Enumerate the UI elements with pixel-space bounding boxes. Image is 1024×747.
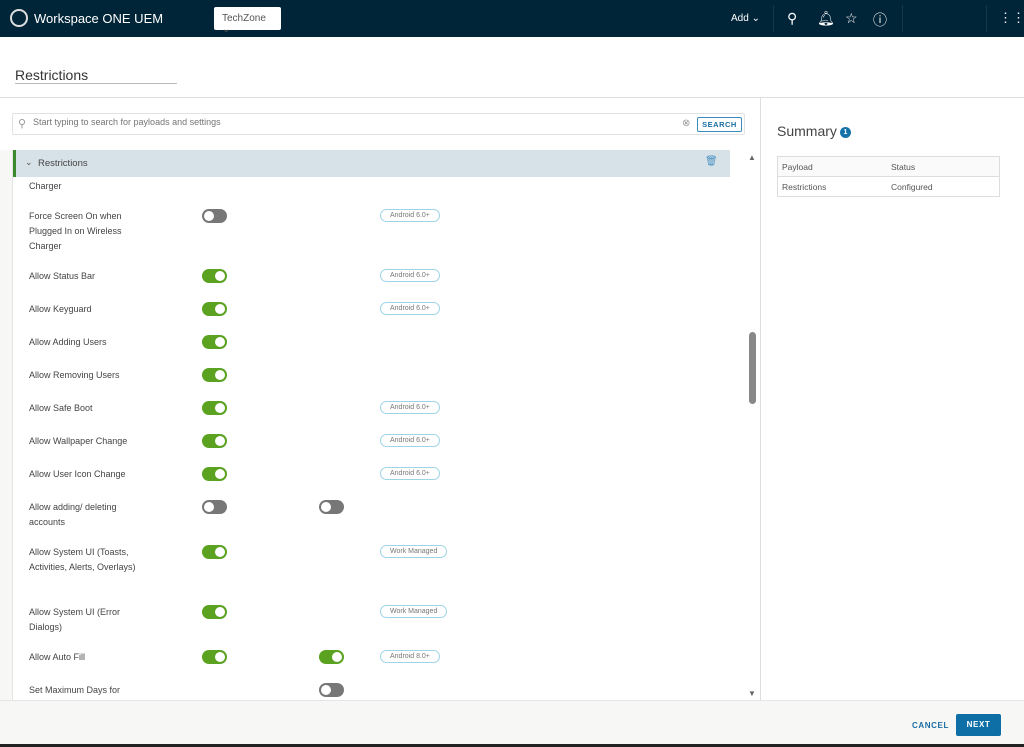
summary-heading: Summary 1 bbox=[777, 123, 851, 139]
star-icon[interactable]: ☆ bbox=[845, 10, 858, 27]
platform-badge: Work Managed bbox=[380, 605, 448, 618]
setting-toggle[interactable] bbox=[202, 302, 227, 316]
setting-toggle[interactable] bbox=[202, 335, 227, 349]
section-title: Restrictions bbox=[38, 158, 88, 169]
setting-label: Allow Adding Users bbox=[29, 337, 107, 347]
setting-toggle[interactable] bbox=[202, 368, 227, 382]
setting-label: Allow adding/ deleting accounts bbox=[29, 502, 117, 527]
divider bbox=[773, 5, 774, 32]
setting-label: Allow Keyguard bbox=[29, 304, 92, 314]
search-icon[interactable]: ⚲ bbox=[787, 10, 797, 27]
settings-list: Charger Force Screen On when Plugged In … bbox=[13, 178, 746, 700]
setting-label: Allow Auto Fill bbox=[29, 652, 86, 662]
setting-toggle[interactable] bbox=[202, 401, 227, 415]
setting-toggle[interactable] bbox=[202, 500, 227, 514]
scroll-up-icon[interactable]: ▲ bbox=[748, 153, 756, 162]
summary-table: Payload Status Restrictions Configured bbox=[777, 156, 1000, 197]
column-header: Payload bbox=[782, 161, 813, 172]
search-button[interactable]: SEARCH bbox=[697, 117, 742, 132]
clear-icon[interactable]: ⊗ bbox=[682, 118, 690, 129]
bell-icon[interactable]: 🔔︎ bbox=[817, 10, 835, 27]
setting-label: Force Screen On when Plugged In on Wirel… bbox=[29, 211, 122, 251]
divider bbox=[902, 5, 903, 32]
workspace-one-logo-icon bbox=[10, 9, 28, 27]
add-label: Add bbox=[731, 13, 749, 24]
platform-badge: Android 8.0+ bbox=[380, 650, 440, 663]
top-nav-bar: Workspace ONE UEM TechZone ⌄ Add ⌄ ⚲ 🔔︎ … bbox=[0, 0, 1024, 37]
footer: CANCEL NEXT bbox=[0, 700, 1024, 744]
search-input[interactable] bbox=[33, 117, 673, 127]
search-icon: ⚲ bbox=[18, 118, 27, 130]
setting-label: Allow Removing Users bbox=[29, 370, 120, 380]
setting-label: Charger bbox=[29, 181, 62, 191]
chevron-down-icon: ⌄ bbox=[222, 24, 231, 35]
status-cell: Configured bbox=[891, 181, 933, 192]
divider bbox=[0, 97, 1024, 98]
chevron-down-icon[interactable]: ⌄ bbox=[25, 157, 33, 168]
next-button[interactable]: NEXT bbox=[956, 714, 1001, 736]
organization-selector[interactable]: TechZone ⌄ bbox=[214, 7, 281, 35]
platform-badge: Android 6.0+ bbox=[380, 434, 440, 447]
setting-toggle[interactable] bbox=[202, 605, 227, 619]
column-header: Status bbox=[891, 161, 916, 172]
platform-badge: Work Managed bbox=[380, 545, 448, 558]
setting-toggle[interactable] bbox=[202, 545, 227, 559]
add-menu[interactable]: Add ⌄ bbox=[731, 13, 760, 24]
table-row: Restrictions Configured bbox=[778, 177, 999, 196]
setting-label: Allow System UI (Error Dialogs) bbox=[29, 607, 121, 632]
platform-badge: Android 6.0+ bbox=[380, 467, 440, 480]
divider bbox=[760, 98, 761, 700]
setting-toggle[interactable] bbox=[202, 467, 227, 481]
summary-title: Summary bbox=[777, 123, 837, 139]
divider bbox=[986, 5, 987, 32]
cancel-button[interactable]: CANCEL bbox=[912, 721, 949, 730]
scrollbar[interactable]: ▲ ▼ bbox=[746, 150, 760, 700]
setting-label: Allow User Icon Change bbox=[29, 469, 126, 479]
app-title: Workspace ONE UEM bbox=[34, 11, 164, 26]
platform-badge: Android 6.0+ bbox=[380, 401, 440, 414]
setting-label: Allow Status Bar bbox=[29, 271, 96, 281]
title-underline bbox=[15, 83, 177, 84]
scroll-down-icon[interactable]: ▼ bbox=[748, 689, 756, 698]
setting-toggle[interactable] bbox=[202, 269, 227, 283]
scrollbar-thumb[interactable] bbox=[749, 332, 756, 404]
setting-label: Allow System UI (Toasts, Activities, Ale… bbox=[29, 547, 136, 572]
app-grid-icon[interactable]: ⋮⋮⋮ bbox=[999, 10, 1024, 26]
trash-icon[interactable]: 🗑︎ bbox=[705, 156, 718, 167]
platform-badge: Android 6.0+ bbox=[380, 269, 440, 282]
secondary-toggle[interactable] bbox=[319, 650, 344, 664]
summary-count-badge: 1 bbox=[839, 126, 851, 138]
secondary-toggle[interactable] bbox=[319, 500, 344, 514]
help-icon[interactable]: ⓘ bbox=[873, 10, 887, 30]
left-gutter bbox=[0, 150, 13, 700]
org-label: TechZone bbox=[222, 13, 266, 24]
section-header-restrictions[interactable]: ⌄ Restrictions 🗑︎ bbox=[13, 150, 730, 177]
payload-cell: Restrictions bbox=[782, 181, 827, 192]
setting-toggle[interactable] bbox=[202, 650, 227, 664]
setting-label: Allow Safe Boot bbox=[29, 403, 93, 413]
platform-badge: Android 6.0+ bbox=[380, 209, 440, 222]
secondary-toggle[interactable] bbox=[319, 683, 344, 697]
setting-toggle[interactable] bbox=[202, 209, 227, 223]
setting-toggle[interactable] bbox=[202, 434, 227, 448]
setting-label: Set Maximum Days for Disabling Work Prof… bbox=[29, 685, 121, 695]
search-bar: ⚲ ⊗ SEARCH bbox=[12, 113, 745, 135]
page-title: Restrictions bbox=[15, 67, 89, 83]
platform-badge: Android 6.0+ bbox=[380, 302, 440, 315]
setting-label: Allow Wallpaper Change bbox=[29, 436, 128, 446]
